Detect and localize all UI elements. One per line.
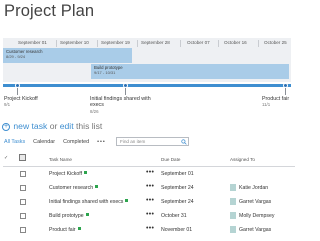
completed-column-header: ✓	[4, 155, 9, 161]
assignee-name[interactable]: Molly Dempsey	[239, 213, 274, 219]
assignee-name[interactable]: Garret Vargas	[239, 199, 271, 205]
task-name-text: Build prototype	[49, 213, 84, 219]
due-date: September 24	[161, 185, 194, 191]
milestone-project-kickoff[interactable]: Project Kickoff 9/1	[4, 96, 38, 109]
new-item-icon	[77, 227, 81, 230]
avatar	[230, 226, 236, 233]
milestone-date: 8/26	[90, 108, 99, 114]
task-name[interactable]: Customer research	[49, 185, 99, 191]
this-list-text: this list	[76, 121, 103, 131]
timeline-date: October 07	[187, 40, 210, 45]
table-row[interactable]: Customer research ••• September 24 Katie…	[0, 182, 300, 196]
milestone-connector	[17, 87, 18, 95]
search-icon[interactable]	[181, 139, 187, 145]
timeline-axis	[3, 84, 291, 87]
timeline-date: September 01	[18, 40, 47, 45]
table-row[interactable]: Build prototype ••• October 31 Molly Dem…	[0, 210, 300, 224]
avatar	[230, 198, 236, 205]
milestone-initial-findings[interactable]: Initial findings shared with execs 8/26	[90, 96, 162, 115]
item-menu-button[interactable]: •••	[146, 211, 154, 218]
milestone-diamond-icon[interactable]	[15, 83, 20, 88]
task-name-text: Customer research	[49, 185, 94, 191]
assignee-name[interactable]: Garret Vargas	[239, 227, 271, 233]
item-menu-button[interactable]: •••	[146, 183, 154, 190]
more-views-button[interactable]: •••	[97, 139, 106, 145]
due-date: October 31	[161, 213, 187, 219]
table-row[interactable]: Project Kickoff ••• September 01	[0, 168, 300, 182]
task-checkbox[interactable]	[20, 199, 26, 205]
task-checkbox[interactable]	[20, 185, 26, 191]
milestone-name: Project Kickoff	[4, 96, 38, 102]
milestone-product-fair[interactable]: Product fair 11/1	[262, 96, 289, 109]
table-row[interactable]: Product fair ••• November 01 Garret Varg…	[0, 224, 300, 238]
milestone-date: 9/1	[4, 102, 11, 108]
item-menu-button[interactable]: •••	[146, 169, 154, 176]
timeline-bar-dates: 8/29 - 9/24	[6, 54, 26, 60]
search-input[interactable]: Find an item	[116, 137, 189, 146]
timeline-divider	[180, 40, 181, 47]
timeline-date: September 28	[141, 40, 170, 45]
tab-all-tasks[interactable]: All Tasks	[4, 139, 25, 145]
item-menu-button[interactable]: •••	[146, 225, 154, 232]
new-item-icon	[125, 199, 129, 202]
tab-calendar[interactable]: Calendar	[33, 139, 55, 145]
table-row[interactable]: Initial findings shared with execs ••• S…	[0, 196, 300, 210]
or-text: or	[49, 121, 58, 131]
timeline-divider	[56, 40, 57, 47]
due-date: September 24	[161, 199, 194, 205]
due-date: September 01	[161, 171, 194, 177]
timeline-date: September 19	[101, 40, 130, 45]
task-checkbox[interactable]	[20, 227, 26, 233]
new-item-icon	[95, 185, 99, 188]
task-name[interactable]: Initial findings shared with execs	[49, 199, 129, 205]
milestone-diamond-icon[interactable]	[123, 83, 128, 88]
item-menu-button[interactable]: •••	[146, 197, 154, 204]
timeline-bar-customer-research[interactable]: Customer research 8/29 - 9/24	[3, 48, 132, 63]
milestone-connector	[125, 87, 126, 95]
task-name-text: Initial findings shared with execs	[49, 199, 124, 205]
milestone-date: 11/1	[262, 102, 271, 108]
avatar	[230, 184, 236, 191]
task-name[interactable]: Project Kickoff	[49, 171, 88, 177]
milestone-diamond-icon[interactable]	[283, 83, 288, 88]
edit-list-link[interactable]: edit	[60, 121, 74, 131]
timeline-bar-build-prototype[interactable]: Build prototype 9/17 - 10/31	[91, 64, 289, 79]
new-task-bar: + new task or edit this list	[2, 121, 102, 131]
task-name-text: Product fair	[49, 227, 76, 233]
timeline-divider	[218, 40, 219, 47]
tab-completed[interactable]: Completed	[63, 139, 89, 145]
timeline-divider	[97, 40, 98, 47]
milestone-connector	[285, 87, 286, 95]
task-name-header[interactable]: Task Name	[49, 157, 72, 162]
timeline-date: October 25	[264, 40, 287, 45]
assigned-to-header[interactable]: Assigned To	[230, 157, 255, 162]
timeline-divider	[258, 40, 259, 47]
new-item-icon	[84, 171, 88, 174]
assignee-name[interactable]: Katie Jordan	[239, 185, 268, 191]
due-date-header[interactable]: Due Date	[161, 157, 180, 162]
avatar	[230, 212, 236, 219]
new-item-icon	[85, 213, 89, 216]
task-name[interactable]: Build prototype	[49, 213, 89, 219]
plus-icon[interactable]: +	[2, 123, 10, 131]
header-divider	[3, 166, 295, 167]
due-date: November 01	[161, 227, 193, 233]
select-all-checkbox[interactable]	[19, 154, 26, 161]
view-tabs: All Tasks Calendar Completed •••	[4, 139, 112, 145]
timeline-date: October 16	[224, 40, 247, 45]
task-checkbox[interactable]	[20, 213, 26, 219]
timeline-bar-dates: 9/17 - 10/31	[94, 70, 116, 76]
timeline-date: September 10	[60, 40, 89, 45]
milestone-name: Initial findings shared with execs	[90, 96, 151, 109]
page-title: Project Plan	[4, 2, 95, 20]
task-name[interactable]: Product fair	[49, 227, 81, 233]
new-task-link[interactable]: new task	[13, 121, 47, 131]
search-placeholder: Find an item	[120, 139, 146, 144]
task-name-text: Project Kickoff	[49, 171, 83, 177]
task-checkbox[interactable]	[20, 171, 26, 177]
timeline-divider	[137, 40, 138, 47]
milestone-name: Product fair	[262, 96, 290, 102]
